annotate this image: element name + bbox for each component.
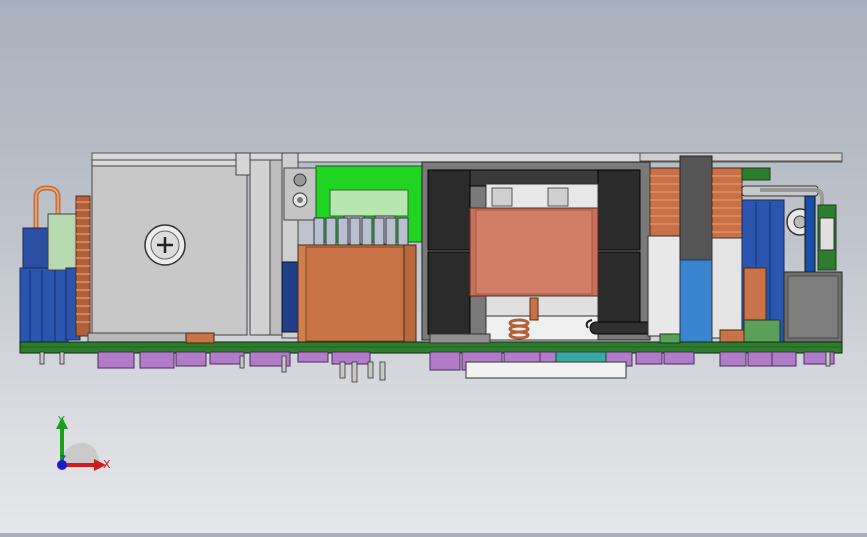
screw-icon	[144, 224, 186, 266]
x-axis-label: X	[103, 458, 111, 471]
z-axis-label: Z	[60, 455, 67, 465]
top-cover-step	[639, 152, 843, 162]
left-capacitor-body	[19, 267, 69, 345]
main-pcb	[19, 341, 843, 354]
right-transformer	[649, 167, 685, 237]
y-axis-label: Y	[58, 414, 65, 427]
left-green-cap	[47, 213, 79, 271]
ferrite-core-right	[597, 169, 641, 251]
pcb-assembly-model	[19, 152, 843, 383]
blue-capacitor	[679, 259, 713, 343]
axis-triad	[56, 417, 106, 471]
cad-viewport[interactable]: X Y Z	[0, 0, 867, 533]
ferrite-core-left	[427, 169, 471, 251]
